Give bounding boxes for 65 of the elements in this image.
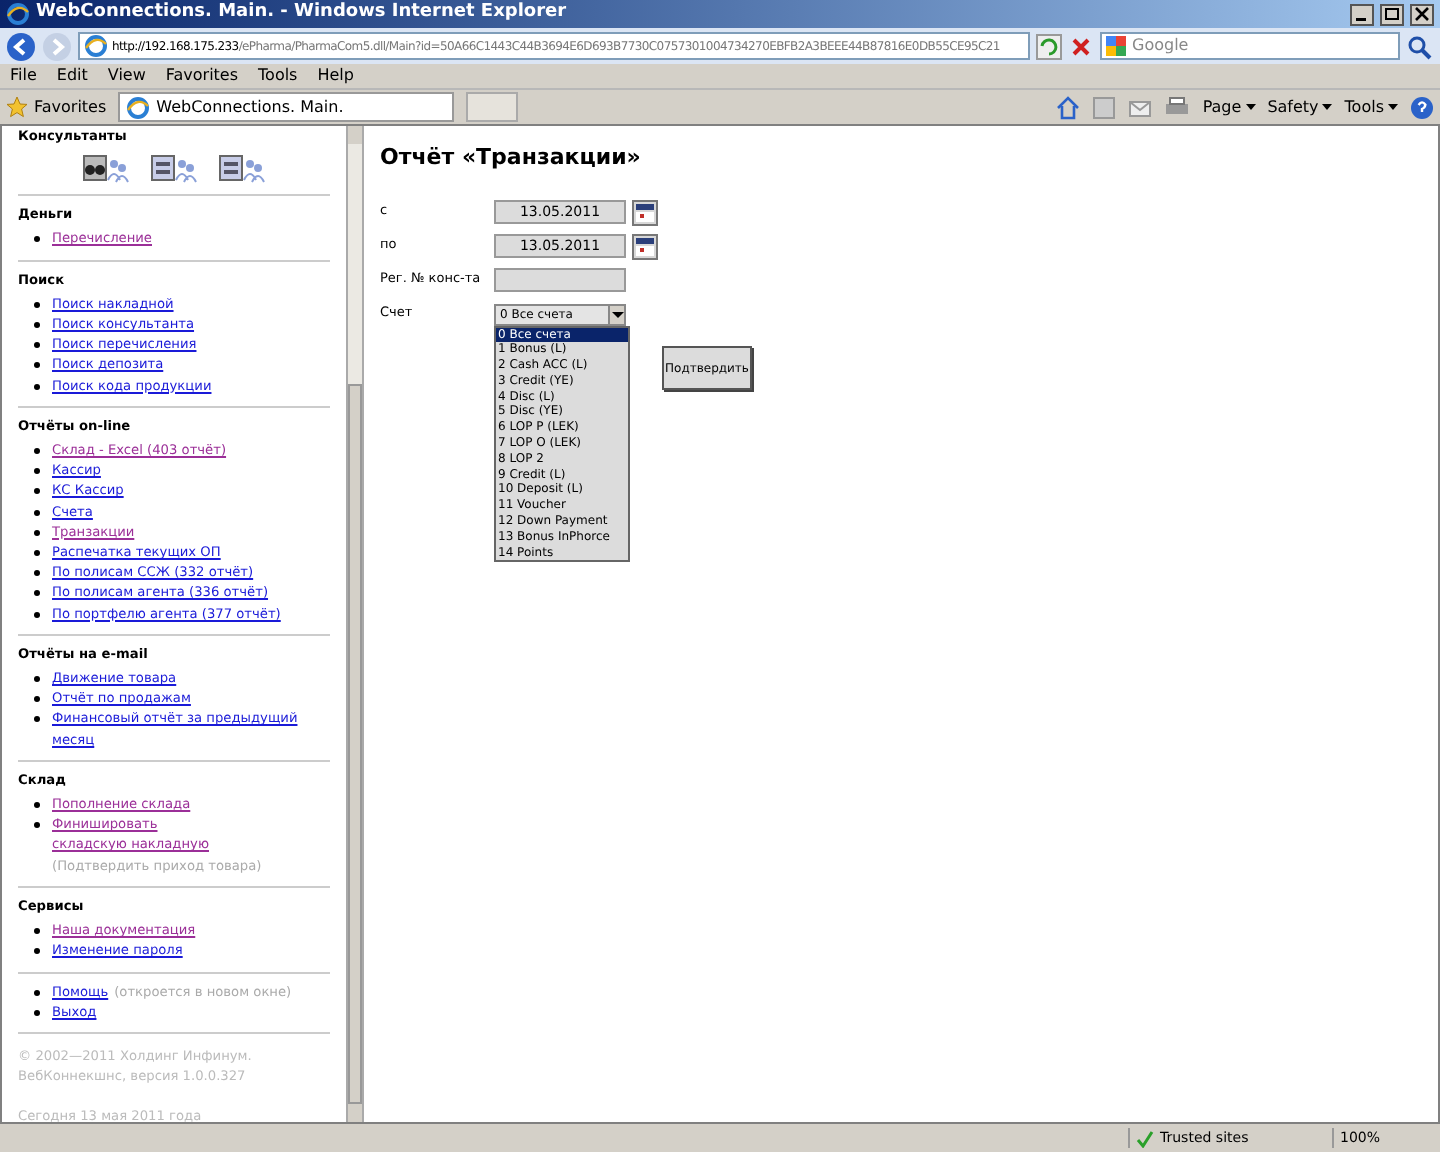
people-icon[interactable] [82, 152, 130, 185]
caret-icon [1245, 104, 1256, 110]
check-icon [1136, 1129, 1154, 1147]
bullet-icon [34, 301, 40, 308]
bullet-icon [34, 236, 40, 243]
bullet-icon [34, 529, 40, 536]
bullet-icon [34, 989, 40, 995]
bullet-icon [34, 322, 40, 329]
page-icon [126, 95, 151, 119]
bullet-icon [34, 948, 40, 955]
bullet-icon [34, 488, 40, 495]
caret-icon [1322, 104, 1333, 110]
star-icon [6, 96, 28, 118]
bullet-icon [34, 550, 40, 557]
search-field[interactable]: Google [1100, 32, 1400, 60]
bullet-icon [34, 383, 40, 390]
bullet-icon [34, 696, 40, 703]
minimize-icon[interactable] [1350, 3, 1374, 25]
printer-icon[interactable] [1164, 95, 1191, 119]
text-field[interactable] [494, 268, 626, 292]
help-icon[interactable] [1410, 95, 1434, 119]
bullet-icon [34, 1009, 40, 1016]
report-title: Отчёт «Транзакции» [380, 142, 643, 174]
bullet-icon [34, 590, 40, 597]
calendar-icon[interactable] [632, 199, 658, 225]
bullet-icon [34, 448, 40, 455]
bullet-icon [34, 716, 40, 723]
home-icon[interactable] [1056, 95, 1081, 119]
bullet-icon [34, 822, 40, 829]
browser-logo-icon [6, 2, 30, 26]
google-logo-icon [1106, 36, 1126, 56]
refresh-icon[interactable] [1036, 33, 1062, 59]
browser-tab[interactable]: WebConnections. Main. [118, 92, 455, 122]
menu-item[interactable]: File [10, 64, 37, 88]
maximize-icon[interactable] [1380, 3, 1404, 25]
command-menu[interactable]: Page [1202, 95, 1242, 119]
command-menu[interactable]: Safety [1267, 95, 1319, 119]
menu-item[interactable]: View [107, 64, 146, 88]
scrollbar[interactable] [346, 126, 364, 1122]
bullet-icon [34, 468, 40, 475]
search-icon[interactable] [1406, 33, 1434, 59]
bullet-icon [34, 570, 40, 577]
back-icon[interactable] [6, 31, 36, 61]
bullet-icon [34, 928, 40, 935]
calendar-icon[interactable] [632, 233, 658, 259]
bullet-icon [34, 342, 40, 349]
menu-item[interactable]: Edit [56, 64, 88, 88]
bullet-icon [34, 509, 40, 516]
menu-item[interactable]: Favorites [165, 64, 239, 88]
bullet-icon [34, 362, 40, 369]
caret-icon [1388, 104, 1398, 110]
dropdown-caret-icon [608, 305, 624, 323]
close-icon[interactable] [1410, 3, 1434, 25]
command-menu[interactable]: Tools [1344, 95, 1384, 119]
people-icon[interactable] [218, 152, 266, 185]
menu-item[interactable]: Help [317, 64, 354, 88]
search-input[interactable]: Google [1132, 34, 1394, 58]
bullet-icon [34, 802, 40, 809]
window-title: WebConnections. Main. - Windows Internet Explorer [36, 0, 567, 27]
menu-item[interactable]: Tools [258, 64, 298, 88]
page-icon [84, 34, 108, 58]
bullet-icon [34, 676, 40, 683]
bullet-icon [34, 611, 40, 618]
favorites-button[interactable]: Favorites [6, 95, 107, 119]
people-icon[interactable] [150, 152, 198, 185]
